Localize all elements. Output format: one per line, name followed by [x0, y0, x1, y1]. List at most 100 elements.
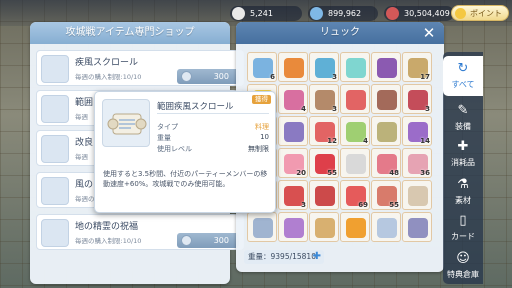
tab-icon: ▯	[459, 213, 467, 228]
tab-label: 消耗品	[451, 158, 475, 167]
shop-item-limit: 毎週の購入制限:10/10	[75, 73, 142, 81]
inventory-slot[interactable]: 20	[278, 148, 308, 178]
tab-icon: ✚	[457, 139, 469, 154]
inventory-slot[interactable]: 3	[309, 52, 339, 82]
tab-5[interactable]: ☺ 特典倉庫	[443, 246, 483, 286]
item-count: 3	[425, 105, 430, 113]
tooltip-description: 使用すると3.5秒間、付近のパーティーメンバーの移動速度+60%。攻城戦でのみ使…	[103, 170, 268, 188]
inventory-slot[interactable]: 36	[402, 148, 432, 178]
inventory-slot[interactable]: 4	[278, 84, 308, 114]
close-button[interactable]: ✕	[420, 24, 438, 42]
inventory-slot[interactable]	[278, 52, 308, 82]
crystal-icon	[310, 7, 323, 20]
tab-icon: ⚗	[457, 177, 469, 192]
inventory-slot[interactable]: 17	[402, 52, 432, 82]
inventory-slot[interactable]	[247, 212, 277, 242]
zeny-icon	[386, 7, 399, 20]
tab-0[interactable]: ↻ すべて	[443, 56, 483, 96]
inventory-slot[interactable]	[402, 180, 432, 210]
item-icon	[315, 218, 335, 238]
item-icon	[41, 55, 69, 83]
item-icon	[346, 154, 366, 174]
expand-weight-button[interactable]: ✚	[313, 251, 321, 263]
inventory-slot[interactable]	[371, 212, 401, 242]
shop-item-name: 疾風スクロール	[75, 58, 139, 68]
item-icon	[41, 219, 69, 247]
item-count: 48	[389, 169, 399, 177]
item-icon	[377, 58, 397, 78]
inventory-slot[interactable]	[340, 212, 370, 242]
tooltip-type-row: タイプ 料理	[157, 123, 269, 131]
inventory-slot[interactable]: 48	[371, 148, 401, 178]
inventory-slot[interactable]: 3	[402, 84, 432, 114]
item-count: 12	[327, 137, 337, 145]
tab-1[interactable]: ✎ 装備	[443, 98, 483, 138]
crystal-counter: 899,962	[308, 6, 378, 21]
buy-button[interactable]: 300	[177, 69, 239, 84]
coin-icon	[455, 8, 466, 19]
tab-label: すべて	[451, 80, 475, 89]
tab-label: 特典倉庫	[447, 270, 479, 279]
tab-2[interactable]: ✚ 消耗品	[443, 134, 483, 174]
shop-item-name: 風の	[75, 180, 94, 190]
shop-item-limit: 毎週	[75, 153, 88, 161]
item-icon	[284, 122, 304, 142]
shop-title: 攻城戦アイテム専門ショップ	[30, 22, 230, 44]
inventory-slot[interactable]	[402, 212, 432, 242]
item-count: 55	[327, 169, 337, 177]
item-count: 17	[420, 73, 430, 81]
item-icon	[41, 177, 69, 205]
shop-item[interactable]: 地の精霊の祝福 毎週の購入制限:10/10 300	[36, 214, 244, 250]
coin-icon	[181, 71, 192, 82]
tab-4[interactable]: ▯ カード	[443, 208, 483, 248]
inventory-slot[interactable]: 55	[371, 180, 401, 210]
inventory-slot[interactable]	[309, 212, 339, 242]
inventory-slot[interactable]	[371, 52, 401, 82]
item-icon	[346, 218, 366, 238]
inventory-slot[interactable]	[278, 212, 308, 242]
inventory-slot[interactable]: 3	[278, 180, 308, 210]
inventory-slot[interactable]	[371, 116, 401, 146]
shop-item[interactable]: 疾風スクロール 毎週の購入制限:10/10 300	[36, 50, 244, 86]
inventory-slot[interactable]: 14	[402, 116, 432, 146]
inventory-slot[interactable]	[340, 148, 370, 178]
item-count: 55	[389, 201, 399, 209]
item-count: 36	[420, 169, 430, 177]
inventory-slot[interactable]: 6	[247, 52, 277, 82]
item-icon	[377, 122, 397, 142]
buy-button[interactable]: 300	[177, 233, 239, 248]
item-icon	[253, 218, 273, 238]
item-count: 14	[420, 137, 430, 145]
tooltip-level-row: 使用レベル 無制限	[157, 145, 269, 153]
inventory-slot[interactable]: 3	[309, 84, 339, 114]
item-icon	[377, 90, 397, 110]
tab-icon: ↻	[457, 61, 469, 76]
inventory-slot[interactable]: 12	[309, 116, 339, 146]
tab-3[interactable]: ⚗ 素材	[443, 172, 483, 212]
inventory-slot[interactable]	[309, 180, 339, 210]
shop-item-name: 範囲	[75, 98, 94, 108]
gem-icon	[232, 7, 245, 20]
item-icon	[408, 186, 428, 206]
inventory-slot[interactable]: 55	[309, 148, 339, 178]
inventory-slot[interactable]: 69	[340, 180, 370, 210]
inventory-slot[interactable]: 4	[340, 116, 370, 146]
bag-title: リュック	[236, 22, 444, 44]
gold-counter: 5,241	[230, 6, 302, 21]
inventory-slot[interactable]	[278, 116, 308, 146]
inventory-slot[interactable]	[340, 84, 370, 114]
inventory-slot[interactable]	[340, 52, 370, 82]
item-icon	[284, 58, 304, 78]
item-icon	[315, 186, 335, 206]
item-icon	[346, 90, 366, 110]
item-count: 20	[296, 169, 306, 177]
item-icon	[284, 218, 304, 238]
item-icon	[41, 95, 69, 123]
tab-label: 装備	[455, 122, 471, 131]
tooltip-divider	[157, 113, 269, 114]
tooltip-item-name: 範囲疾風スクロール	[157, 102, 234, 112]
item-count: 3	[332, 105, 337, 113]
points-button[interactable]: ポイント	[451, 5, 509, 21]
item-icon	[41, 135, 69, 163]
inventory-slot[interactable]	[371, 84, 401, 114]
